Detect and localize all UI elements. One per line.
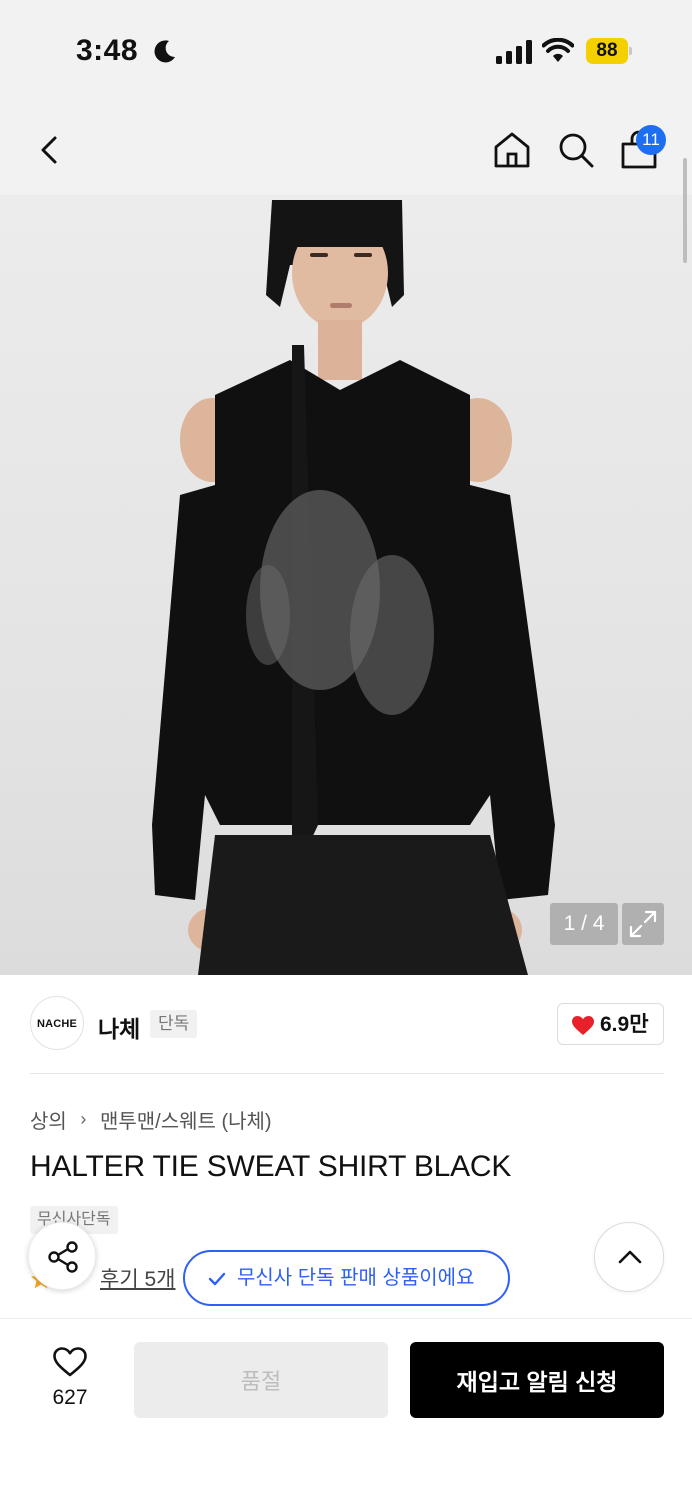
wishlist-heart-icon[interactable] xyxy=(52,1346,88,1378)
review-count-link[interactable]: 후기 5개 xyxy=(100,1263,175,1293)
divider xyxy=(30,1073,664,1074)
home-icon[interactable] xyxy=(492,130,532,170)
breadcrumb: 상의 › 맨투맨/스웨트 (나체) xyxy=(30,1105,272,1134)
exclusive-tag: 단독 xyxy=(150,1010,198,1038)
image-page-counter: 1 / 4 xyxy=(550,903,618,945)
product-image[interactable] xyxy=(0,195,692,975)
cellular-signal-icon xyxy=(496,40,532,64)
expand-icon xyxy=(629,910,657,938)
brand-like-button[interactable]: 6.9만 xyxy=(557,1003,664,1045)
battery-level: 88 xyxy=(596,40,618,61)
share-icon xyxy=(48,1241,78,1273)
expand-image-button[interactable] xyxy=(622,903,664,945)
moon-icon xyxy=(154,40,175,63)
breadcrumb-category[interactable]: 상의 xyxy=(30,1111,67,1133)
chevron-right-icon: › xyxy=(80,1109,87,1129)
top-navigation xyxy=(0,100,692,195)
wishlist-count: 627 xyxy=(52,1386,88,1409)
back-icon[interactable] xyxy=(34,130,64,170)
scroll-to-top-button[interactable] xyxy=(594,1222,664,1292)
share-button[interactable] xyxy=(28,1222,96,1290)
brand-logo[interactable]: NACHE xyxy=(30,996,84,1050)
wifi-icon xyxy=(542,38,574,62)
scroll-indicator xyxy=(683,158,687,263)
model-photo xyxy=(152,200,555,975)
heart-icon xyxy=(572,1016,594,1035)
check-icon xyxy=(208,1272,226,1286)
status-time: 3:48 xyxy=(76,34,139,67)
soldout-button: 품절 xyxy=(134,1342,388,1418)
brand-like-count: 6.9만 xyxy=(600,1013,649,1036)
product-title: HALTER TIE SWEAT SHIRT BLACK xyxy=(30,1150,512,1183)
exclusive-notice-banner: 무신사 단독 판매 상품이에요 xyxy=(183,1250,510,1306)
chevron-up-icon xyxy=(618,1250,642,1264)
battery-indicator: 88 xyxy=(586,38,632,64)
search-icon[interactable] xyxy=(556,130,596,170)
cart-count-badge: 11 xyxy=(636,125,666,155)
breadcrumb-subcategory[interactable]: 맨투맨/스웨트 (나체) xyxy=(100,1111,272,1133)
exclusive-notice-text: 무신사 단독 판매 상품이에요 xyxy=(237,1267,475,1289)
status-bar: 3:48 88 xyxy=(0,0,692,100)
brand-name[interactable]: 나체 xyxy=(98,1010,140,1044)
battery-tip xyxy=(629,47,632,55)
restock-alert-button[interactable]: 재입고 알림 신청 xyxy=(410,1342,664,1418)
